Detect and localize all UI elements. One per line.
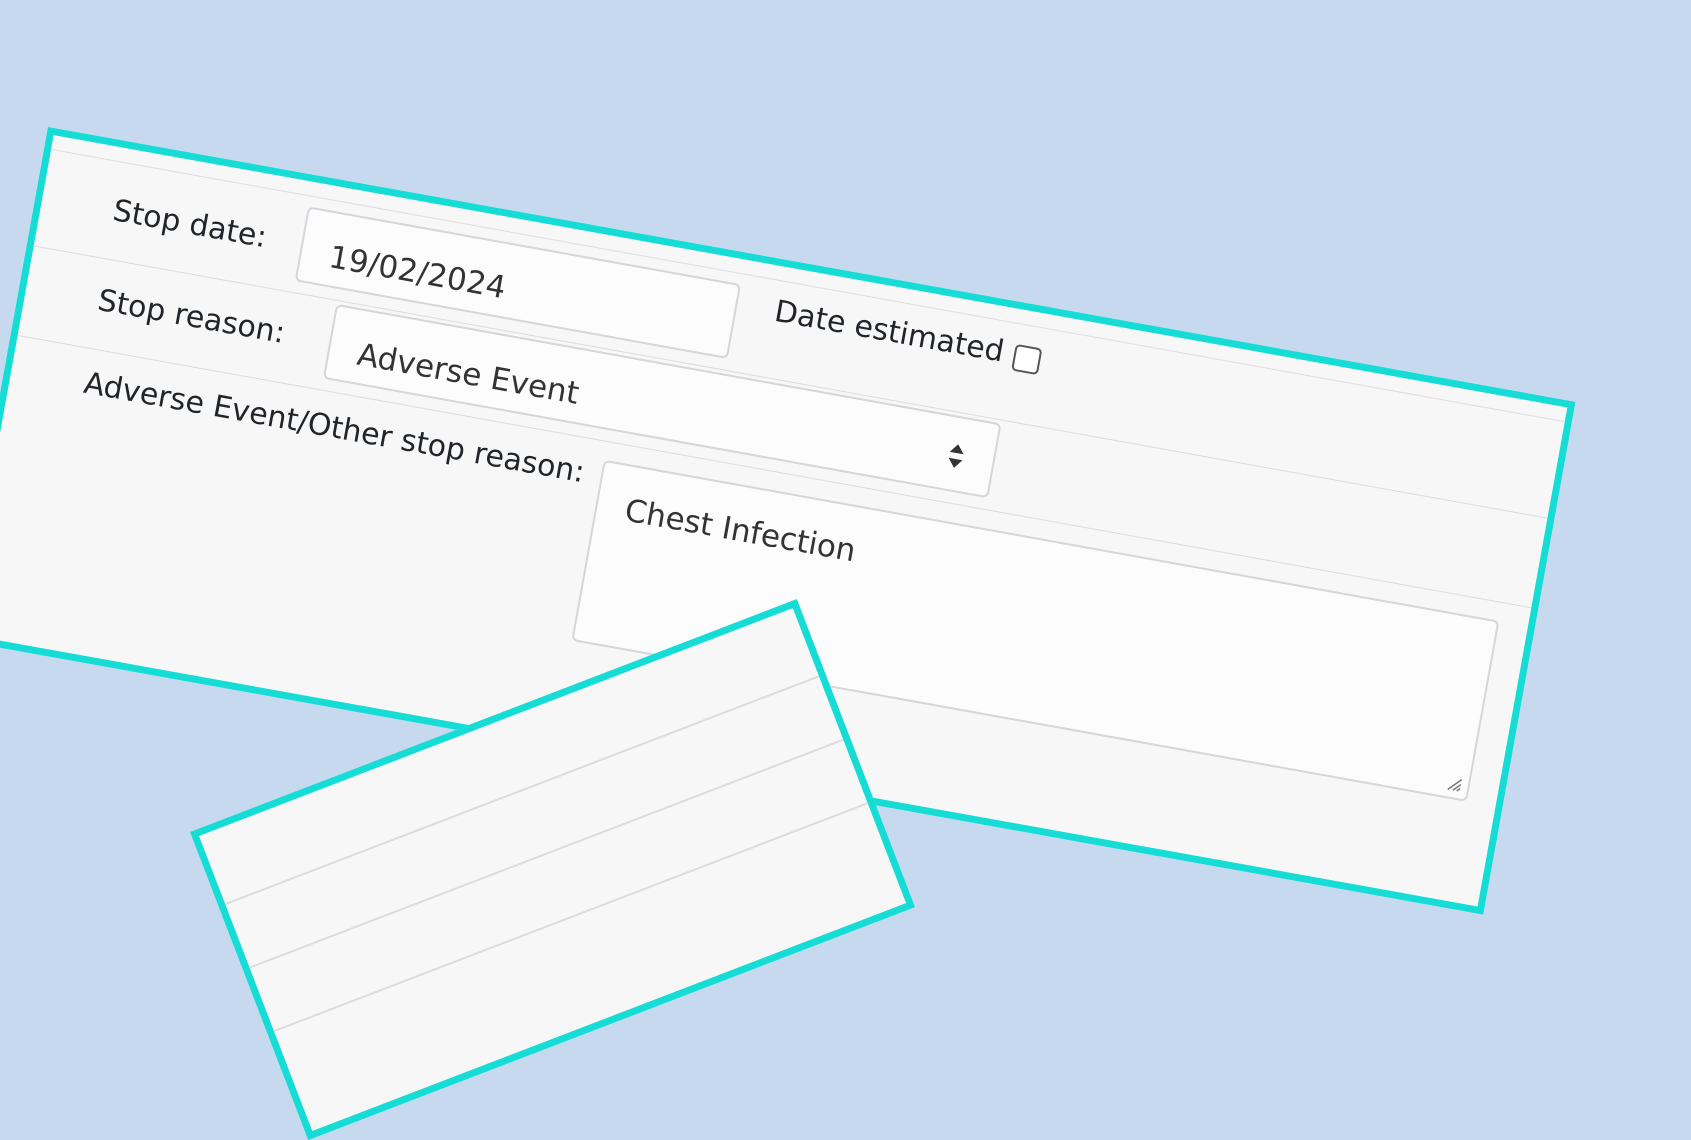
stop-reason-label: Stop reason: <box>95 282 288 351</box>
row-divider <box>224 675 820 906</box>
stop-reason-value: Adverse Event <box>354 336 582 412</box>
other-stop-reason-value: Chest Infection <box>622 492 859 570</box>
stop-date-value: 19/02/2024 <box>326 239 509 307</box>
date-estimated-label: Date estimated <box>771 293 1007 370</box>
row-divider <box>273 802 869 1033</box>
date-estimated-checkbox[interactable] <box>1011 343 1043 376</box>
row-divider <box>249 738 844 969</box>
sort-arrows-icon <box>948 444 964 468</box>
resize-grip-icon[interactable] <box>1445 774 1464 793</box>
row-divider <box>33 245 1548 519</box>
stop-date-label: Stop date: <box>110 193 270 256</box>
